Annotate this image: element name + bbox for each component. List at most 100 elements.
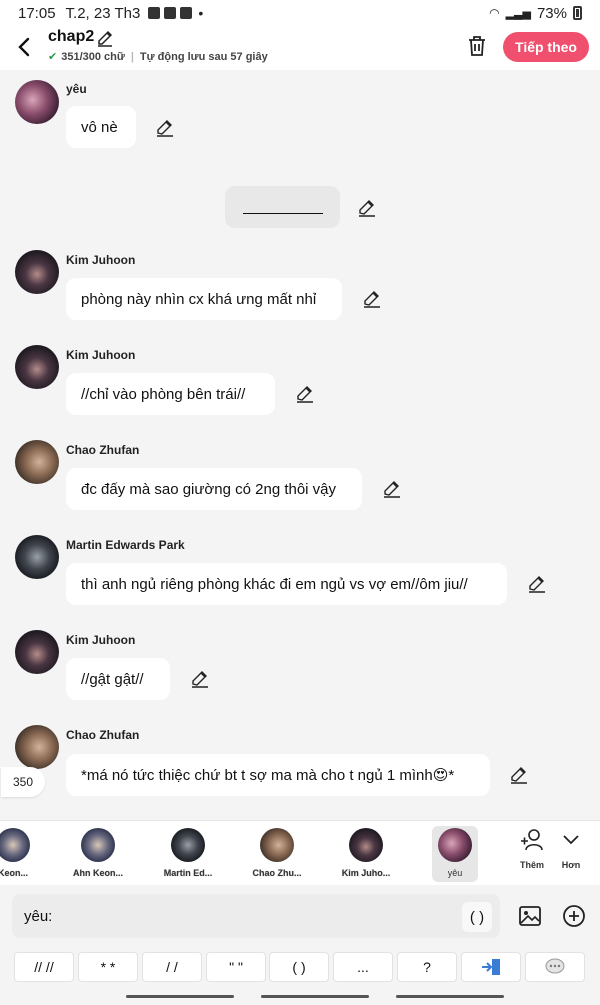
- save-status: ✔ 351/300 chữ | Tự động lưu sau 57 giây: [48, 50, 268, 64]
- divider: |: [130, 50, 134, 63]
- character-avatar: [171, 828, 205, 862]
- quick-key[interactable]: ...: [333, 952, 393, 982]
- character-label: Chao Zhu...: [252, 868, 302, 878]
- message-bubble[interactable]: //chỉ vào phòng bên trái//: [66, 373, 275, 415]
- editor-header: chap2 ✔ 351/300 chữ | Tự động lưu sau 57…: [0, 26, 600, 70]
- status-date: T.2, 23 Th3: [65, 4, 141, 22]
- speaker-name: Kim Juhoon: [66, 633, 136, 647]
- character-chip[interactable]: Keon...: [0, 826, 48, 882]
- nav-recents-handle[interactable]: [126, 995, 234, 998]
- avatar[interactable]: [15, 725, 59, 769]
- avatar[interactable]: [15, 535, 59, 579]
- character-chip[interactable]: Ahn Keon...: [63, 826, 133, 882]
- edit-message-icon[interactable]: [527, 574, 547, 594]
- speaker-name: Chao Zhufan: [66, 728, 140, 742]
- paren-insert-button[interactable]: ( ): [462, 902, 492, 932]
- add-person-icon: [521, 829, 543, 851]
- narration-bubble[interactable]: [225, 186, 340, 228]
- edit-message-icon[interactable]: [362, 289, 382, 309]
- wifi-icon: ◠: [489, 6, 500, 20]
- avatar[interactable]: [15, 345, 59, 389]
- add-label: Thêm: [519, 860, 544, 870]
- quick-key[interactable]: " ": [206, 952, 266, 982]
- speaker-prefix: yêu:: [24, 907, 53, 925]
- tiktok-notification-icon: [180, 7, 193, 19]
- message-input[interactable]: [56, 907, 500, 925]
- image-icon[interactable]: [518, 904, 542, 928]
- quick-key[interactable]: ( ): [269, 952, 329, 982]
- chat-bubble-icon: [545, 958, 565, 974]
- nav-back-handle[interactable]: [396, 995, 504, 998]
- character-label: Keon...: [0, 868, 28, 878]
- avatar[interactable]: [15, 630, 59, 674]
- message-input-container[interactable]: yêu:: [12, 894, 500, 938]
- character-avatar: [0, 828, 30, 862]
- battery-icon: [573, 6, 582, 20]
- next-button[interactable]: Tiếp theo: [503, 32, 589, 62]
- character-label: Ahn Keon...: [73, 868, 123, 878]
- message-bubble[interactable]: vô nè: [66, 106, 136, 148]
- avatar[interactable]: [15, 80, 59, 124]
- char-count: 351/300 chữ: [61, 50, 125, 63]
- chevron-down-icon: [563, 835, 579, 845]
- gallery-notification-icon: [148, 7, 161, 19]
- edit-message-icon[interactable]: [155, 118, 175, 138]
- composer: yêu: ( ): [0, 885, 600, 947]
- edit-narration-icon[interactable]: [357, 198, 377, 218]
- quick-key-bar: // // * * / / " " ( ) ... ?: [0, 947, 600, 987]
- avatar[interactable]: [15, 440, 59, 484]
- battery-percent: 73%: [536, 4, 567, 22]
- speaker-name: Chao Zhufan: [66, 443, 140, 457]
- exit-scene-button[interactable]: [461, 952, 521, 982]
- more-button[interactable]: Hơn: [553, 827, 589, 870]
- character-label: yêu: [447, 868, 463, 878]
- trash-icon[interactable]: [466, 34, 488, 58]
- edit-message-icon[interactable]: [382, 479, 402, 499]
- status-time: 17:05: [18, 4, 56, 22]
- status-bar: 17:05 T.2, 23 Th3 • ◠ ▂▃▅ 73%: [0, 0, 600, 26]
- chapter-title[interactable]: chap2: [48, 28, 94, 46]
- chat-bubble-button[interactable]: [525, 952, 585, 982]
- character-avatar: [81, 828, 115, 862]
- nav-home-handle[interactable]: [261, 995, 369, 998]
- character-label: Kim Juho...: [341, 868, 391, 878]
- message-bubble[interactable]: thì anh ngủ riêng phòng khác đi em ngủ v…: [66, 563, 507, 605]
- more-label: Hơn: [561, 860, 581, 870]
- add-character-button[interactable]: Thêm: [514, 827, 550, 870]
- character-chip[interactable]: Kim Juho...: [331, 826, 401, 882]
- message-bubble[interactable]: đc đấy mà sao giường có 2ng thôi vậy: [66, 468, 362, 510]
- message-bubble[interactable]: phòng này nhìn cx khá ưng mất nhỉ: [66, 278, 342, 320]
- message-bubble[interactable]: *má nó tức thiệc chứ bt t sợ ma mà cho t…: [66, 754, 490, 796]
- avatar[interactable]: [15, 250, 59, 294]
- speaker-name: yêu: [66, 82, 87, 96]
- narration-line: [243, 213, 323, 214]
- quick-key[interactable]: ?: [397, 952, 457, 982]
- character-avatar: [438, 828, 472, 862]
- speaker-name: Kim Juhoon: [66, 348, 136, 362]
- quick-key[interactable]: * *: [78, 952, 138, 982]
- edit-message-icon[interactable]: [509, 765, 529, 785]
- add-circle-icon[interactable]: [562, 904, 586, 928]
- system-nav-bar: [0, 987, 600, 1005]
- quick-key[interactable]: / /: [142, 952, 202, 982]
- autosave-text: Tự động lưu sau 57 giây: [139, 50, 268, 63]
- youtube-notification-icon: [164, 7, 177, 19]
- chat-area[interactable]: yêu vô nè Kim Juhoon phòng này nhìn cx k…: [0, 70, 600, 820]
- character-selector: Keon... Ahn Keon... Martin Ed... Chao Zh…: [0, 820, 600, 885]
- check-icon: ✔: [48, 51, 58, 63]
- speaker-name: Kim Juhoon: [66, 253, 136, 267]
- character-label: Martin Ed...: [163, 868, 213, 878]
- character-chip[interactable]: Martin Ed...: [153, 826, 223, 882]
- message-bubble[interactable]: //gật gật//: [66, 658, 170, 700]
- character-chip[interactable]: Chao Zhu...: [242, 826, 312, 882]
- edit-message-icon[interactable]: [295, 384, 315, 404]
- character-chip-selected[interactable]: yêu: [432, 826, 478, 882]
- exit-door-icon: [482, 959, 500, 975]
- more-notifications-dot: •: [198, 5, 204, 21]
- quick-key[interactable]: // //: [14, 952, 74, 982]
- edit-title-pencil-icon[interactable]: [96, 30, 114, 48]
- speaker-name: Martin Edwards Park: [66, 538, 185, 552]
- edit-message-icon[interactable]: [190, 669, 210, 689]
- character-avatar: [260, 828, 294, 862]
- back-arrow-icon[interactable]: [12, 32, 38, 62]
